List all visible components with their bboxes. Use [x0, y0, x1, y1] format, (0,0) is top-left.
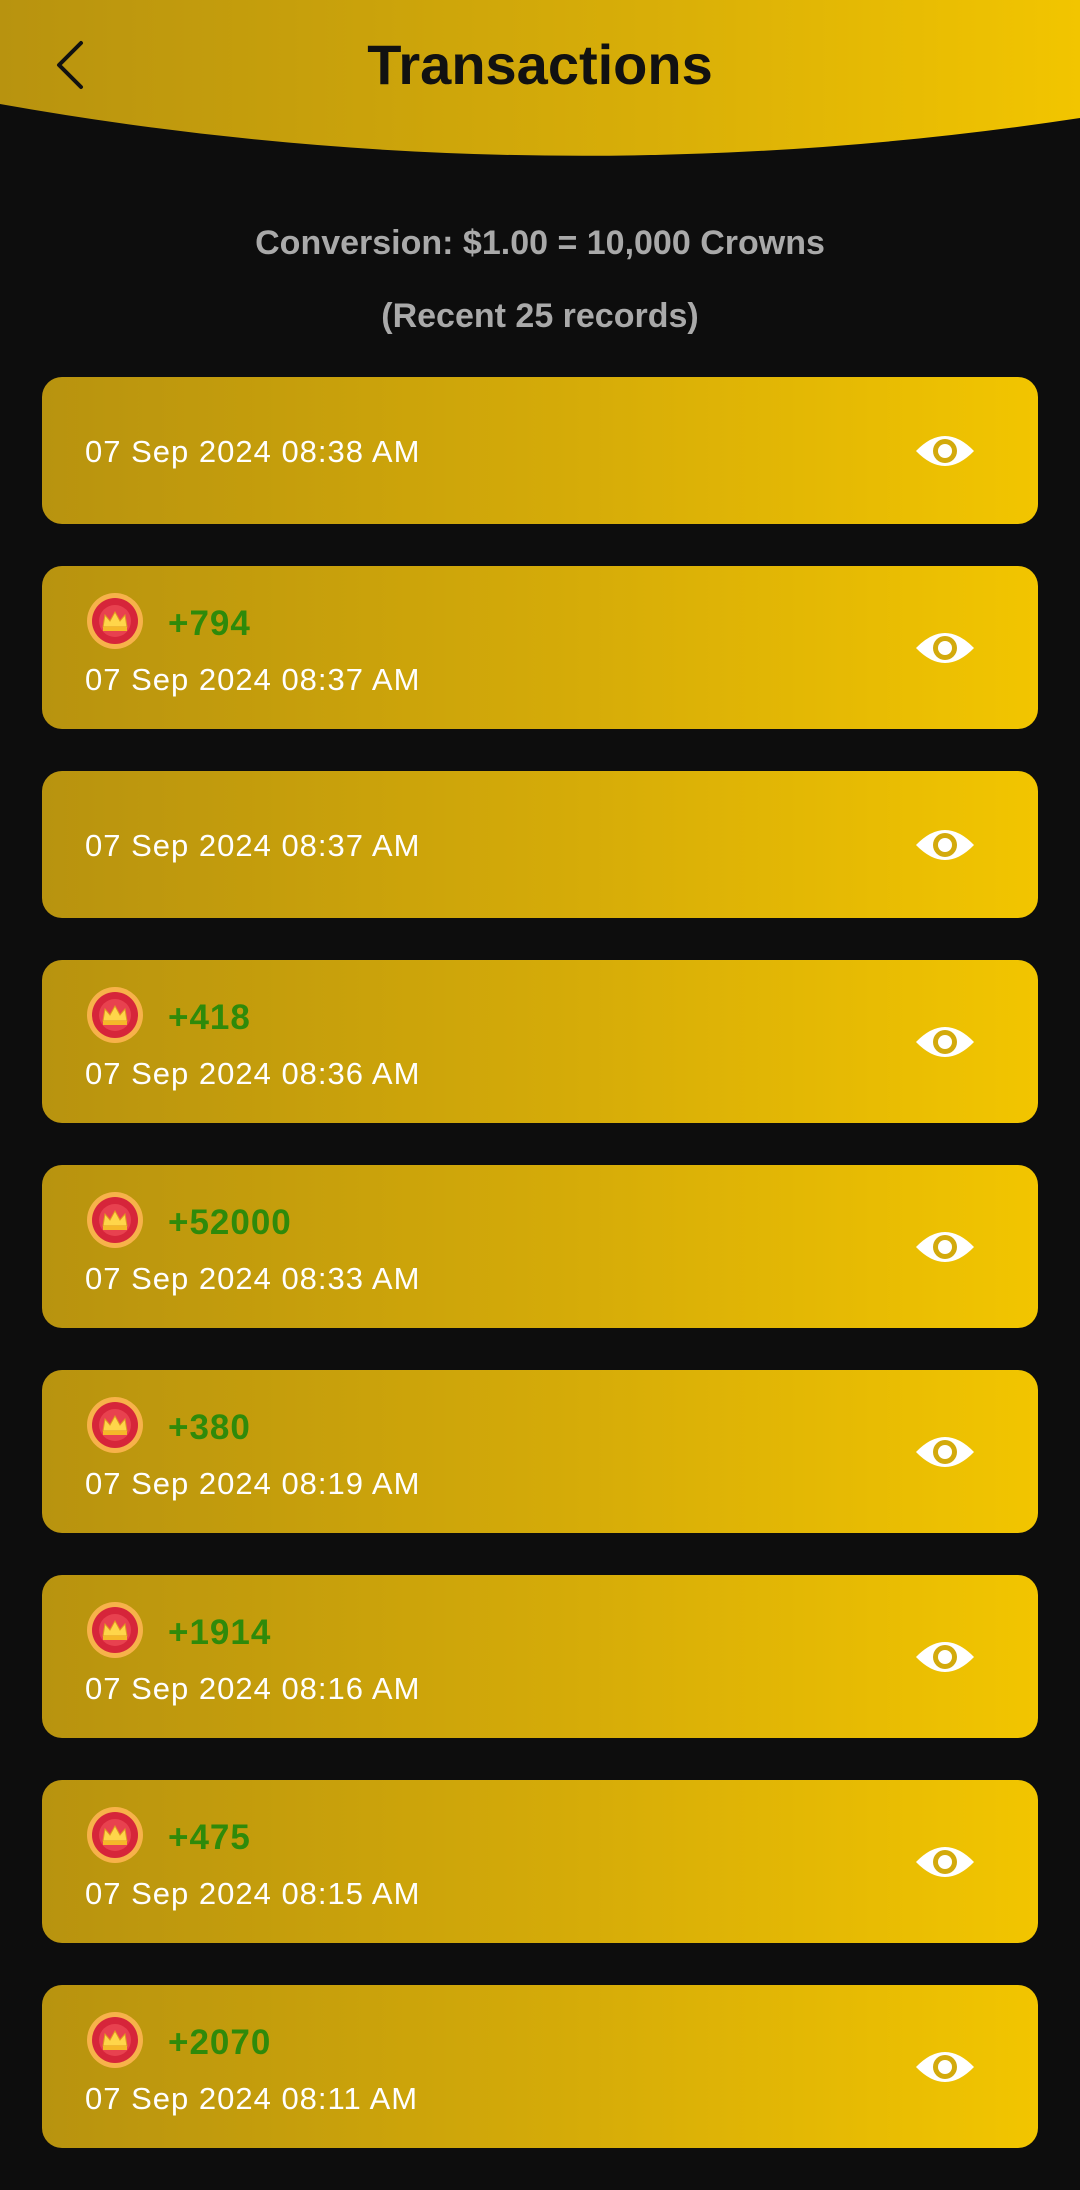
- eye-icon[interactable]: [914, 1430, 976, 1474]
- eye-icon[interactable]: [914, 1840, 976, 1884]
- eye-icon[interactable]: [914, 1635, 976, 1679]
- eye-icon[interactable]: [914, 1225, 976, 1269]
- amount-row: +52000: [86, 1191, 292, 1254]
- eye-icon[interactable]: [914, 626, 976, 670]
- crown-badge-icon: [86, 986, 144, 1049]
- transaction-card[interactable]: +794 07 Sep 2024 08:37 AM: [42, 566, 1038, 729]
- amount-row: +794: [86, 592, 251, 655]
- transaction-card[interactable]: +1914 07 Sep 2024 08:16 AM: [42, 1575, 1038, 1738]
- transaction-card[interactable]: +52000 07 Sep 2024 08:33 AM: [42, 1165, 1038, 1328]
- eye-icon[interactable]: [914, 429, 976, 473]
- amount-row: +475: [86, 1806, 251, 1869]
- header: Transactions: [0, 0, 1080, 160]
- transaction-date: 07 Sep 2024 08:19 AM: [85, 1466, 421, 1501]
- transaction-amount: +52000: [168, 1202, 292, 1242]
- transaction-date: 07 Sep 2024 08:15 AM: [85, 1876, 421, 1911]
- eye-icon[interactable]: [914, 1020, 976, 1064]
- transaction-date: 07 Sep 2024 08:33 AM: [85, 1261, 421, 1296]
- transaction-card[interactable]: +2070 07 Sep 2024 08:11 AM: [42, 1985, 1038, 2148]
- transaction-amount: +380: [168, 1407, 251, 1447]
- transaction-card[interactable]: 07 Sep 2024 08:37 AM: [42, 771, 1038, 918]
- transaction-amount: +1914: [168, 1612, 272, 1652]
- transaction-amount: +418: [168, 997, 251, 1037]
- recent-records-text: (Recent 25 records): [381, 297, 699, 335]
- eye-icon[interactable]: [914, 2045, 976, 2089]
- crown-badge-icon: [86, 1601, 144, 1664]
- transaction-amount: +475: [168, 1817, 251, 1857]
- conversion-text: Conversion: $1.00 = 10,000 Crowns: [255, 224, 825, 262]
- transaction-card[interactable]: +418 07 Sep 2024 08:36 AM: [42, 960, 1038, 1123]
- crown-badge-icon: [86, 592, 144, 655]
- amount-row: +1914: [86, 1601, 271, 1664]
- transaction-list: 07 Sep 2024 08:38 AM +794 07 Sep 2024 08:…: [42, 377, 1038, 2190]
- transaction-card[interactable]: +475 07 Sep 2024 08:15 AM: [42, 1780, 1038, 1943]
- transaction-date: 07 Sep 2024 08:16 AM: [85, 1671, 421, 1706]
- page-title: Transactions: [367, 33, 713, 96]
- transaction-amount: +2070: [168, 2022, 272, 2062]
- crown-badge-icon: [86, 2011, 144, 2074]
- transaction-card[interactable]: 07 Sep 2024 08:38 AM: [42, 377, 1038, 524]
- transaction-date: 07 Sep 2024 08:11 AM: [85, 2081, 419, 2116]
- transaction-date: 07 Sep 2024 08:36 AM: [85, 1056, 421, 1091]
- eye-icon[interactable]: [914, 823, 976, 867]
- transaction-card[interactable]: +380 07 Sep 2024 08:19 AM: [42, 1370, 1038, 1533]
- transaction-date: 07 Sep 2024 08:37 AM: [85, 828, 421, 863]
- crown-badge-icon: [86, 1806, 144, 1869]
- amount-row: +2070: [86, 2011, 271, 2074]
- amount-row: +380: [86, 1396, 251, 1459]
- transaction-date: 07 Sep 2024 08:38 AM: [85, 434, 421, 469]
- amount-row: +418: [86, 986, 251, 1049]
- crown-badge-icon: [86, 1191, 144, 1254]
- transaction-date: 07 Sep 2024 08:37 AM: [85, 662, 421, 697]
- transaction-amount: +794: [168, 603, 251, 643]
- crown-badge-icon: [86, 1396, 144, 1459]
